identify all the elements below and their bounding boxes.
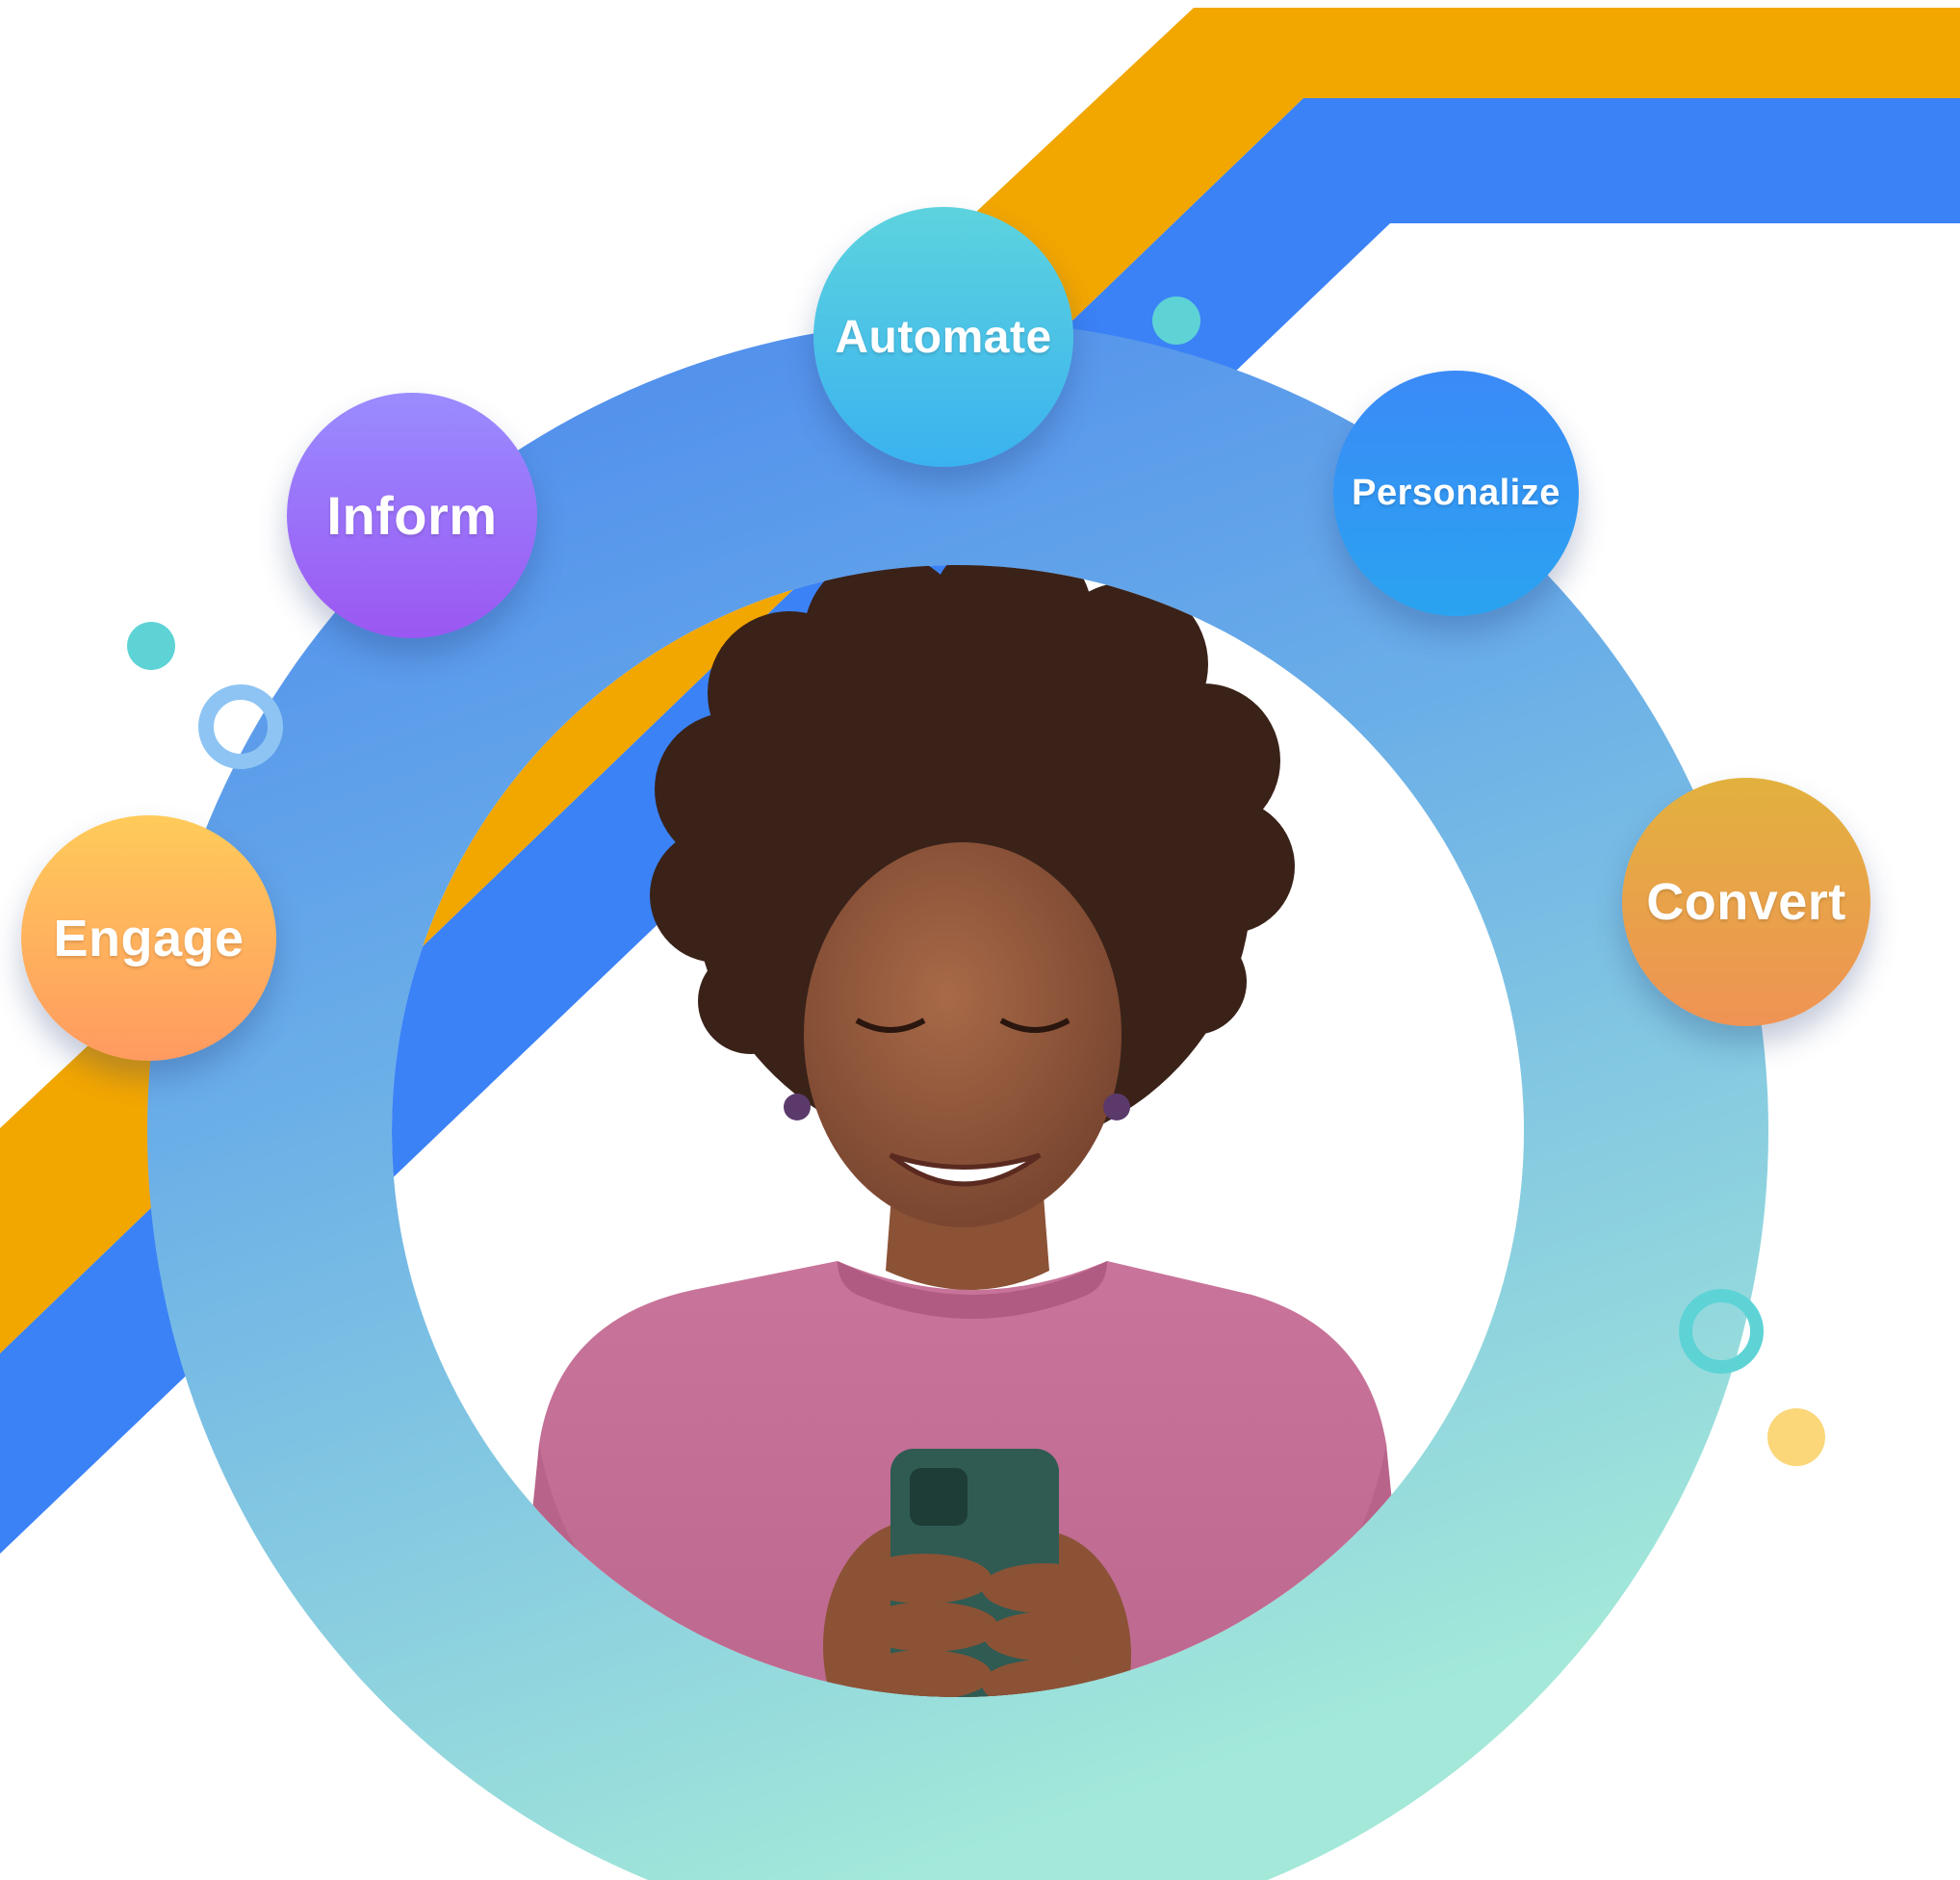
teal-dot-left	[127, 622, 175, 670]
automate-bubble[interactable]: Automate	[813, 207, 1073, 467]
convert-label: Convert	[1646, 873, 1846, 931]
inform-bubble[interactable]: Inform	[287, 393, 537, 638]
engage-label: Engage	[53, 909, 245, 967]
automate-label: Automate	[835, 311, 1052, 363]
phone-camera	[910, 1468, 967, 1526]
left-earring	[784, 1094, 811, 1120]
inform-label: Inform	[326, 485, 498, 546]
convert-bubble[interactable]: Convert	[1622, 778, 1870, 1026]
engage-bubble[interactable]: Engage	[21, 815, 276, 1061]
yellow-dot-right	[1767, 1408, 1825, 1466]
teal-dot-top	[1152, 296, 1200, 345]
personalize-label: Personalize	[1352, 473, 1560, 513]
personalize-bubble[interactable]: Personalize	[1333, 371, 1579, 616]
right-earring	[1103, 1094, 1130, 1120]
